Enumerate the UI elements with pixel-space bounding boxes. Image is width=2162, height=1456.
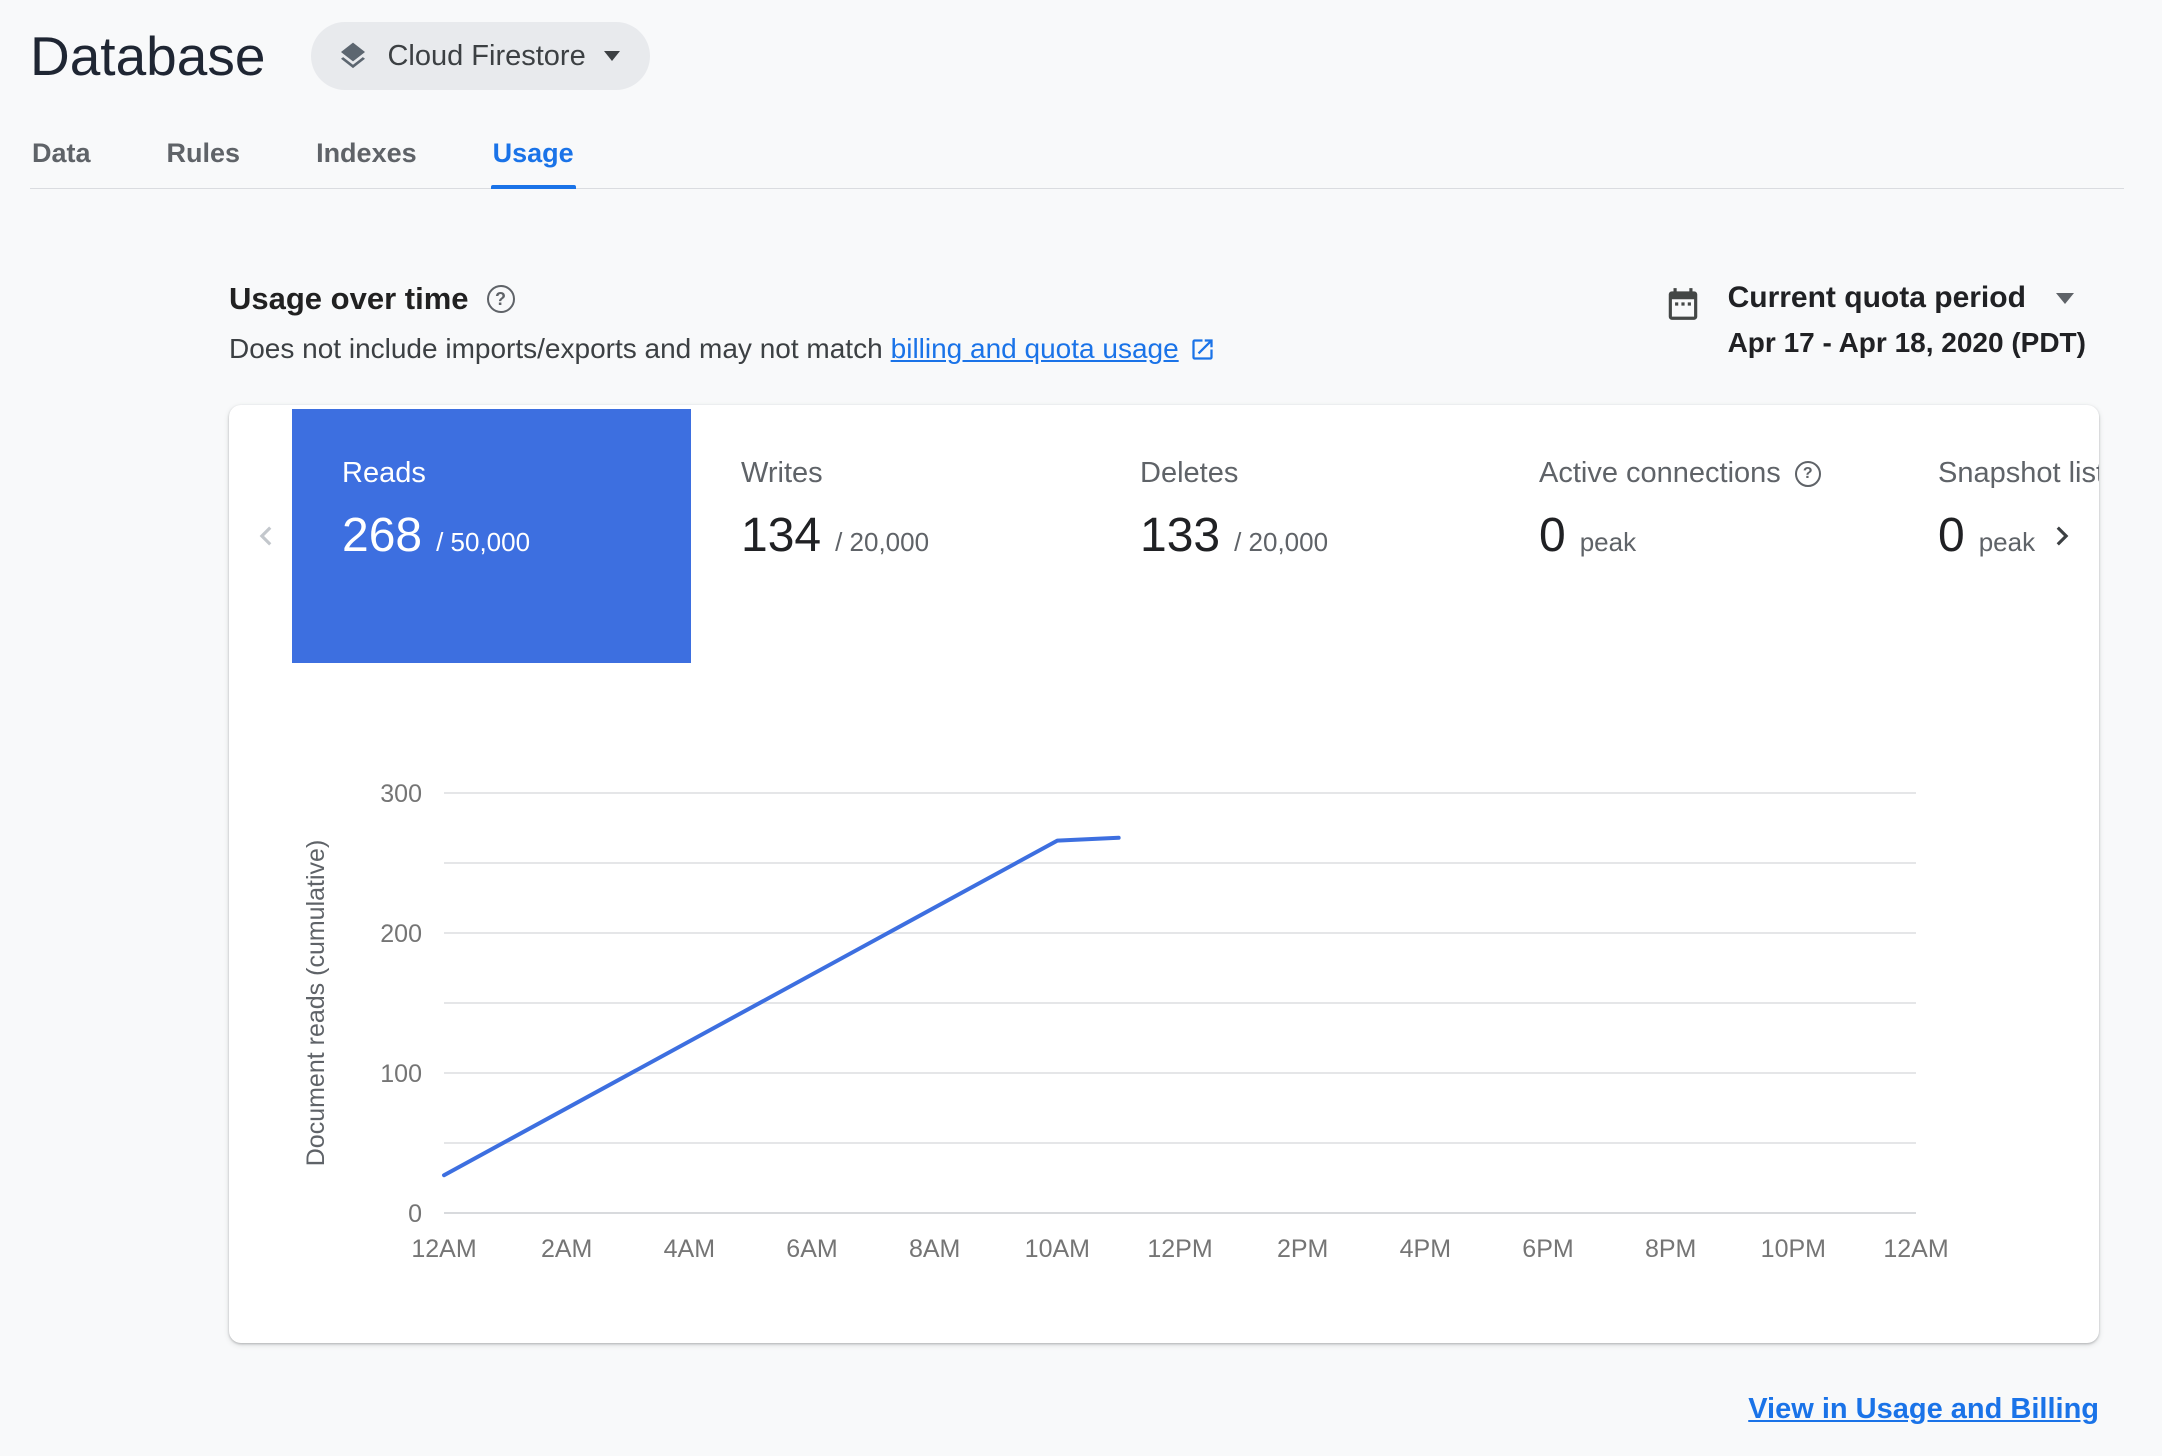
svg-text:8AM: 8AM	[909, 1235, 960, 1263]
svg-text:6PM: 6PM	[1522, 1235, 1573, 1263]
svg-text:6AM: 6AM	[786, 1235, 837, 1263]
external-link-icon[interactable]	[1189, 336, 1216, 363]
svg-text:4AM: 4AM	[664, 1235, 715, 1263]
usage-card: Reads 268 / 50,000 Writes 134 / 20,000 D…	[229, 405, 2099, 1343]
product-selector-label: Cloud Firestore	[387, 39, 586, 72]
chevron-down-icon	[603, 51, 620, 61]
carousel-left-button[interactable]	[237, 504, 293, 568]
usage-description-text: Does not include imports/exports and may…	[229, 333, 883, 364]
page-header: Database Cloud Firestore	[0, 0, 2162, 90]
metric-tile-writes[interactable]: Writes 134 / 20,000	[691, 409, 1090, 663]
metric-value: 0	[1539, 509, 1566, 562]
svg-text:2PM: 2PM	[1277, 1235, 1328, 1263]
metric-limit: peak	[1579, 527, 1637, 557]
footer: View in Usage and Billing	[0, 1393, 2099, 1426]
metric-name: Deletes	[1140, 457, 1239, 489]
svg-text:0: 0	[408, 1200, 422, 1228]
metric-limit: / 20,000	[1234, 527, 1329, 557]
svg-text:12PM: 12PM	[1147, 1235, 1212, 1263]
chevron-down-icon	[2055, 292, 2074, 304]
svg-text:4PM: 4PM	[1400, 1235, 1451, 1263]
svg-text:8PM: 8PM	[1645, 1235, 1696, 1263]
metric-limit: / 20,000	[835, 527, 930, 557]
tab-indexes[interactable]: Indexes	[314, 128, 419, 188]
help-icon[interactable]	[486, 285, 515, 313]
metric-name: Reads	[342, 457, 426, 489]
help-icon[interactable]	[1794, 460, 1821, 487]
svg-text:10AM: 10AM	[1025, 1235, 1090, 1263]
metric-tile-deletes[interactable]: Deletes 133 / 20,000	[1090, 409, 1489, 663]
billing-quota-link[interactable]: billing and quota usage	[891, 333, 1179, 365]
metric-name: Snapshot listeners	[1938, 457, 2099, 489]
cloud-firestore-icon	[337, 40, 369, 72]
product-selector[interactable]: Cloud Firestore	[311, 22, 650, 90]
metric-limit: peak	[1978, 527, 2036, 557]
metric-name: Active connections	[1539, 457, 1781, 489]
quota-period-block: Current quota period Apr 17 - Apr 18, 20…	[1664, 281, 2086, 359]
view-usage-billing-link[interactable]: View in Usage and Billing	[1748, 1393, 2099, 1425]
quota-period-range: Apr 17 - Apr 18, 2020 (PDT)	[1727, 327, 2086, 358]
metric-tile-reads[interactable]: Reads 268 / 50,000	[292, 409, 691, 663]
svg-text:10PM: 10PM	[1761, 1235, 1826, 1263]
metrics-row: Reads 268 / 50,000 Writes 134 / 20,000 D…	[229, 405, 2099, 663]
tab-rules[interactable]: Rules	[165, 128, 243, 188]
svg-text:300: 300	[380, 780, 422, 808]
usage-section-head: Usage over time Does not include imports…	[229, 281, 2086, 365]
metric-value: 134	[741, 509, 822, 562]
metric-name: Writes	[741, 457, 823, 489]
metric-limit: / 50,000	[436, 527, 531, 557]
svg-text:12AM: 12AM	[1883, 1235, 1948, 1263]
tab-usage[interactable]: Usage	[490, 128, 576, 189]
section-heading: Usage over time	[229, 281, 469, 316]
usage-chart: 0 100 200 300 12AM 2AM 4AM 6AM 8AM 10AM 12PM 2PM 4PM…	[302, 780, 1949, 1263]
quota-period-selector[interactable]: Current quota period Apr 17 - Apr 18, 20…	[1728, 281, 2086, 359]
tab-bar: Data Rules Indexes Usage	[30, 128, 2124, 189]
usage-description: Does not include imports/exports and may…	[229, 333, 1216, 365]
tab-data[interactable]: Data	[30, 128, 93, 188]
svg-text:200: 200	[380, 920, 422, 948]
metric-value: 268	[342, 509, 423, 562]
svg-text:12AM: 12AM	[411, 1235, 476, 1263]
quota-period-label: Current quota period	[1727, 281, 2026, 314]
calendar-icon	[1664, 285, 1702, 323]
carousel-right-button[interactable]	[2035, 504, 2091, 568]
svg-text:100: 100	[380, 1060, 422, 1088]
usage-heading-block: Usage over time Does not include imports…	[229, 281, 1216, 365]
metric-value: 0	[1938, 509, 1965, 562]
svg-text:2AM: 2AM	[541, 1235, 592, 1263]
metric-tile-active-connections[interactable]: Active connections 0 peak	[1489, 409, 1888, 663]
svg-text:Document reads (cumulative): Document reads (cumulative)	[302, 840, 330, 1167]
page-title: Database	[30, 25, 266, 87]
metric-value: 133	[1140, 509, 1221, 562]
